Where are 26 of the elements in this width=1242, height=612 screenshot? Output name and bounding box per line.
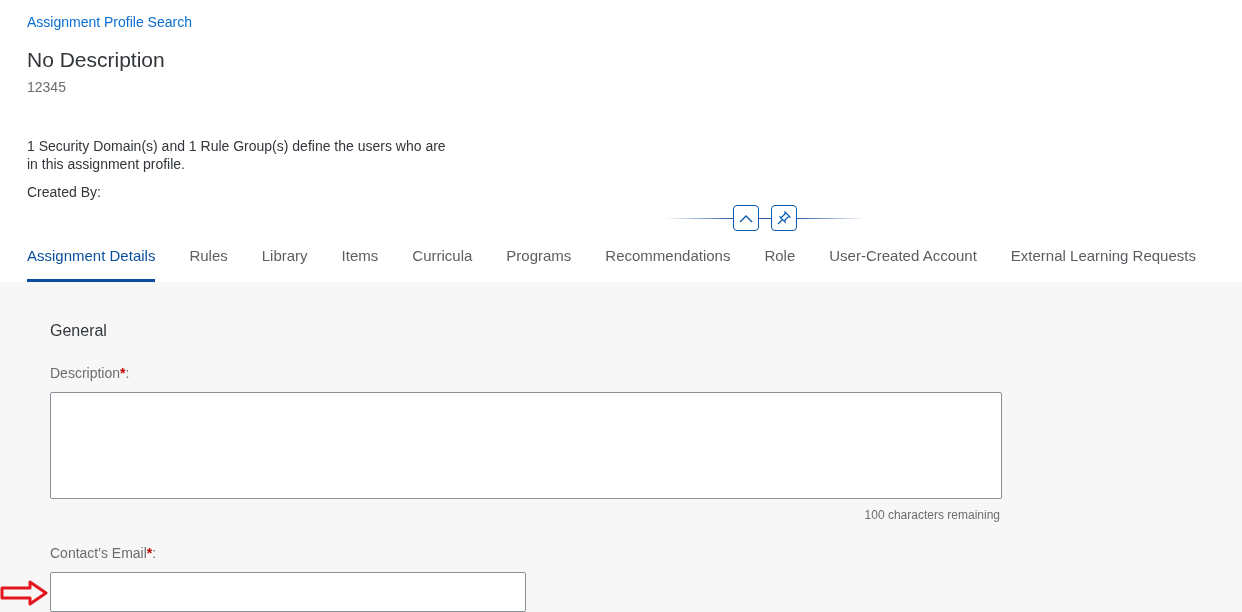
- breadcrumb-link[interactable]: Assignment Profile Search: [27, 13, 192, 31]
- pointer-arrow-icon: [0, 580, 48, 606]
- tab[interactable]: Rules: [189, 247, 228, 282]
- tab[interactable]: Items: [341, 247, 379, 282]
- email-field[interactable]: [50, 572, 526, 612]
- pin-button[interactable]: [771, 205, 797, 231]
- description-field[interactable]: [50, 392, 1002, 499]
- pin-icon: [777, 211, 791, 225]
- profile-id: 12345: [27, 78, 66, 96]
- page-title: No Description: [27, 47, 165, 73]
- chevron-up-icon: [739, 213, 753, 223]
- collapse-button[interactable]: [733, 205, 759, 231]
- character-counter: 100 characters remaining: [863, 508, 1000, 522]
- created-by-label: Created By:: [27, 183, 101, 201]
- field-label: Contact's Email*:: [50, 544, 157, 562]
- tab[interactable]: User-Created Account: [829, 247, 977, 282]
- tab[interactable]: External Learning Requests: [1010, 247, 1196, 282]
- field-label: Description*:: [50, 364, 130, 382]
- tab[interactable]: Curricula: [412, 247, 473, 282]
- tab[interactable]: Library: [261, 247, 308, 282]
- tab[interactable]: Recommendations: [605, 247, 731, 282]
- tab[interactable]: Assignment Details: [27, 247, 156, 282]
- profile-summary: 1 Security Domain(s) and 1 Rule Group(s) define the users who are in this assignment profile.: [27, 137, 447, 173]
- tab[interactable]: Role: [764, 247, 796, 282]
- tab[interactable]: Programs: [506, 247, 572, 282]
- section-title: General: [50, 321, 107, 341]
